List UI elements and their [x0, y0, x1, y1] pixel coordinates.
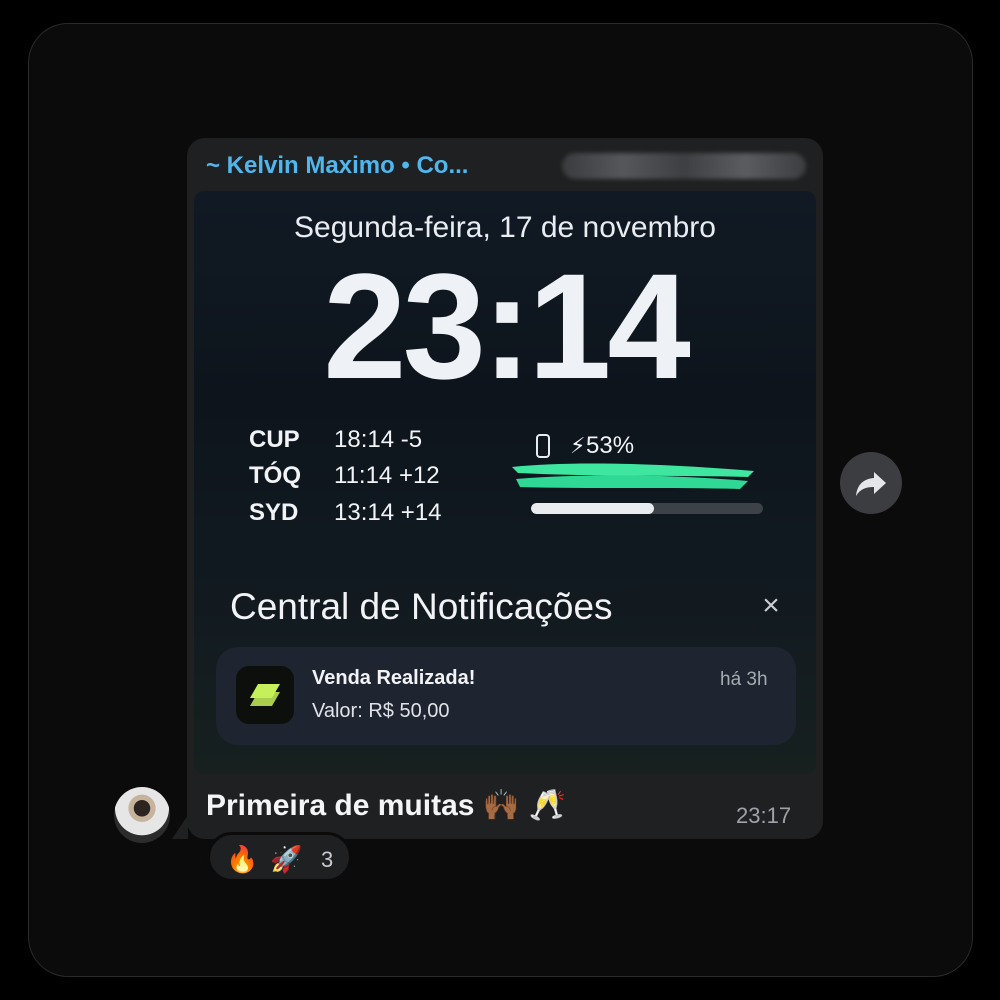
battery-percentage: 53%: [586, 432, 635, 459]
battery-bar: [531, 503, 763, 514]
sender-avatar[interactable]: [114, 787, 170, 843]
world-clock-time: 18:14 -5: [334, 426, 423, 453]
message-text: Primeira de muitas 🙌🏾 🥂: [206, 789, 566, 822]
phone-icon: [536, 434, 550, 458]
world-clock-city: TÓQ: [249, 462, 301, 489]
notification-body: Valor: R$ 50,00: [312, 700, 450, 722]
app-logo-icon: [236, 666, 294, 724]
lockscreen-screenshot[interactable]: Segunda-feira, 17 de novembro 23:14 CUP …: [194, 191, 816, 774]
sender-name[interactable]: ~ Kelvin Maximo • Co...: [206, 150, 468, 182]
close-icon[interactable]: ×: [756, 591, 786, 621]
bubble-tail: [172, 815, 188, 839]
world-clock-time: 13:14 +14: [334, 499, 442, 526]
world-clock-city: CUP: [249, 426, 300, 453]
world-clock-time: 11:14 +12: [334, 462, 440, 489]
notification-time: há 3h: [720, 669, 768, 690]
lockscreen-date: Segunda-feira, 17 de novembro: [294, 211, 716, 244]
lockscreen-clock: 23:14: [323, 242, 691, 410]
reactions-pill[interactable]: 🔥 🚀 3: [207, 832, 352, 882]
world-clock-city: SYD: [249, 499, 299, 526]
forward-arrow-icon: [856, 472, 886, 496]
rocket-reaction-icon: 🚀: [270, 844, 303, 874]
notification-title: Venda Realizada!: [312, 667, 476, 689]
fire-reaction-icon: 🔥: [226, 844, 259, 874]
battery-bar-fill: [531, 503, 654, 514]
reaction-count: 3: [321, 847, 334, 872]
blurred-phone-number: [562, 153, 806, 179]
green-scribble-redaction: [512, 463, 754, 489]
message-timestamp: 23:17: [736, 803, 792, 828]
notification-card[interactable]: Venda Realizada! Valor: R$ 50,00 há 3h: [216, 647, 796, 745]
bolt-icon: ⚡︎: [570, 433, 586, 458]
forward-button[interactable]: [840, 452, 902, 514]
notification-center-title: Central de Notificações: [230, 586, 613, 627]
